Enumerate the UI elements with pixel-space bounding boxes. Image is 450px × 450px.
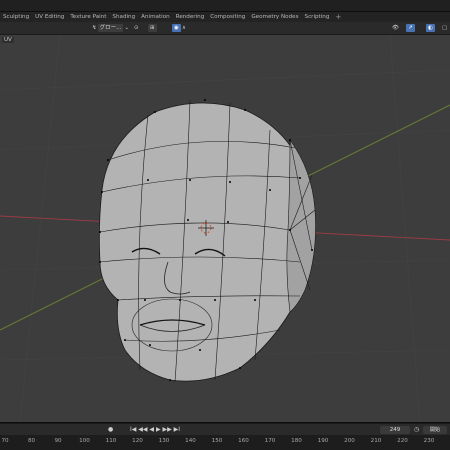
add-workspace-button[interactable]: + xyxy=(332,12,344,22)
chevron-down-icon: ⌄ xyxy=(124,25,129,31)
workspace-tab[interactable]: UV Editing xyxy=(32,12,67,22)
workspace-tab[interactable]: Scripting xyxy=(302,12,333,22)
snap-button[interactable]: ⊞ xyxy=(148,24,157,32)
workspace-tab[interactable]: Shading xyxy=(109,12,138,22)
mode-label: UV xyxy=(2,37,14,43)
proportional-button[interactable]: ◉ ∧ xyxy=(172,24,186,32)
orientation-label: グロー... xyxy=(97,24,124,32)
orientation-icon: ↯ xyxy=(92,25,97,31)
ruler-tick-label: 130 xyxy=(158,438,170,444)
ruler-tick-label: 80 xyxy=(27,438,36,444)
overlay-button[interactable]: ◐ xyxy=(426,24,435,32)
workspace-tab[interactable]: Animation xyxy=(138,12,173,22)
workspace-tabs: Sculpting UV Editing Texture Paint Shading A… xyxy=(0,12,450,22)
gizmo-icon: ↗ xyxy=(406,24,415,32)
gizmo-button[interactable]: ↗ xyxy=(406,24,415,32)
3d-viewport[interactable]: UV xyxy=(0,35,450,422)
head-mesh[interactable] xyxy=(98,99,316,383)
current-frame-field[interactable]: 249 xyxy=(380,426,410,434)
ruler-tick-label: 110 xyxy=(105,438,117,444)
workspace-tab[interactable]: Compositing xyxy=(207,12,248,22)
ruler-tick-label: 210 xyxy=(370,438,382,444)
workspace-tab[interactable]: Sculpting xyxy=(0,12,32,22)
ruler-tick-label: 180 xyxy=(291,438,302,444)
top-menu-bar xyxy=(0,0,450,11)
pivot-button[interactable]: ⊙ xyxy=(134,24,139,32)
xray-icon: ▢ xyxy=(442,25,448,31)
shading-button[interactable]: ▢ xyxy=(442,24,447,32)
clock-icon: ◷ xyxy=(414,426,420,433)
overlay-icon: ◐ xyxy=(426,24,435,32)
ruler-tick-label: 160 xyxy=(238,438,249,444)
pivot-icon: ⊙ xyxy=(134,25,139,31)
ruler-tick-label: 90 xyxy=(54,438,62,444)
eye-icon: 👁 xyxy=(392,25,399,31)
ruler-tick-label: 140 xyxy=(185,438,196,444)
ruler-tick-label: 230 xyxy=(423,438,435,444)
start-frame-field[interactable]: 開始 xyxy=(423,426,447,434)
record-button[interactable]: ● xyxy=(108,426,113,434)
viewport-header: ↯ グロー... ⌄ ⊙ ⊞ ◉ ∧ 👁 ↗ ◐ ▢ xyxy=(0,22,450,35)
ruler-tick-label: 200 xyxy=(344,438,355,444)
proportional-icon: ◉ xyxy=(172,24,181,32)
workspace-tab[interactable]: Texture Paint xyxy=(67,12,109,22)
proportional-falloff-icon: ∧ xyxy=(181,25,186,31)
ruler-tick-label: 170 xyxy=(264,438,276,444)
ruler-tick-label: 100 xyxy=(79,438,90,444)
workspace-tab[interactable]: Rendering xyxy=(173,12,208,22)
visibility-dropdown[interactable]: 👁 xyxy=(392,24,399,32)
ruler-tick-label: 220 xyxy=(397,438,408,444)
ruler-tick-label: 70 xyxy=(1,438,9,444)
ruler-tick-label: 120 xyxy=(132,438,143,444)
snap-icon: ⊞ xyxy=(148,24,157,32)
ruler-tick-label: 190 xyxy=(317,438,329,444)
orientation-dropdown[interactable]: ↯ グロー... ⌄ xyxy=(92,24,129,32)
workspace-tab[interactable]: Geometry Nodes xyxy=(248,12,301,22)
ruler-tick-label: 150 xyxy=(211,438,223,444)
viewport-canvas xyxy=(0,35,450,422)
frame-ruler[interactable]: 70 80 90 100 110 120 130 140 150 160 170 180 190 200 2… xyxy=(0,435,450,450)
playback-controls[interactable]: I◀ ◀◀ ◀ ▶ ▶▶ ▶I xyxy=(130,426,180,434)
